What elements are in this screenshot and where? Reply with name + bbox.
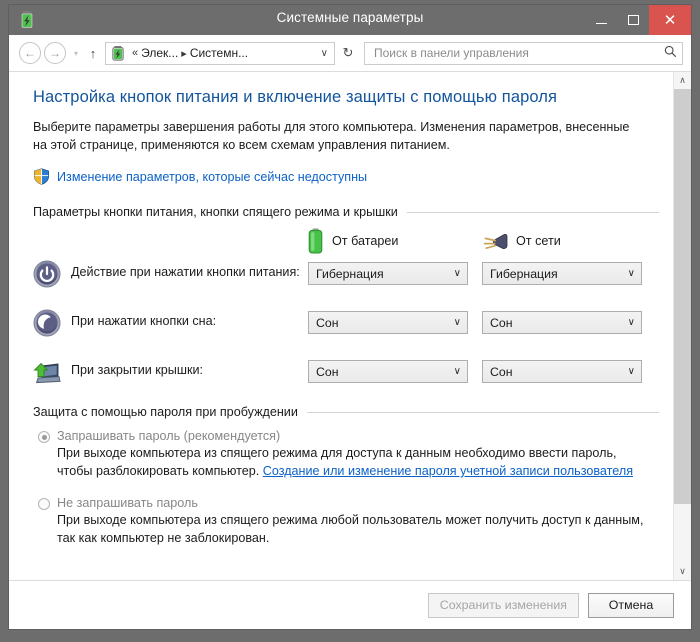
dropdown-value: Сон (490, 315, 513, 330)
cancel-button[interactable]: Отмена (588, 592, 674, 618)
up-button[interactable]: ↑ (83, 46, 103, 61)
chevron-down-icon[interactable]: ∨ (317, 48, 332, 59)
address-bar: ← → ▾ ↑ « Элек... ▸ Системн... ∨ ↻ (9, 35, 691, 71)
maximize-icon (627, 15, 639, 25)
row-label-text: При нажатии кнопки сна: (71, 314, 217, 328)
dropdown-value: Гибернация (316, 266, 384, 281)
breadcrumb-item-1[interactable]: Системн... (190, 46, 248, 60)
page-title: Настройка кнопок питания и включение защ… (33, 88, 558, 106)
column-header-battery-label: От батареи (332, 234, 399, 248)
forward-button[interactable]: → (44, 42, 66, 64)
page-intro: Выберите параметры завершения работы для… (33, 120, 630, 152)
vertical-scrollbar[interactable]: ∧ ∨ (673, 72, 691, 580)
password-group-label: Защита с помощью пароля при пробуждении (33, 405, 298, 419)
row-label-sleep-button: При нажатии кнопки сна: (33, 306, 308, 337)
radio-button[interactable] (38, 498, 50, 510)
breadcrumb-item-0[interactable]: Элек... (141, 46, 178, 60)
refresh-button[interactable]: ↻ (337, 45, 359, 61)
dropdown-power-button-battery[interactable]: Гибернация ∨ (308, 262, 468, 285)
row-label-text: При закрытии крышки: (71, 363, 203, 377)
history-dropdown-icon[interactable]: ▾ (69, 49, 83, 58)
password-group-heading: Защита с помощью пароля при пробуждении (33, 405, 659, 419)
minimize-icon (595, 23, 607, 24)
chevron-down-icon: ∨ (453, 366, 461, 377)
scroll-up-button[interactable]: ∧ (674, 72, 691, 89)
radio-option-no-password[interactable]: Не запрашивать пароль (33, 496, 659, 510)
dropdown-power-button-mains[interactable]: Гибернация ∨ (482, 262, 642, 285)
chevron-down-icon: ∨ (627, 268, 635, 279)
dropdown-sleep-button-mains[interactable]: Сон ∨ (482, 311, 642, 334)
row-label-lid-close: При закрытии крышки: (33, 355, 308, 386)
power-settings-table: От батареи От сети Действие при нажатии … (33, 225, 655, 393)
chevron-down-icon: ∨ (627, 366, 635, 377)
sleep-moon-icon (33, 309, 61, 337)
uac-shield-icon (33, 168, 50, 185)
system-settings-window: Системные параметры ✕ ← → ▾ ↑ « Элек... … (8, 4, 692, 630)
column-header-battery: От батареи (308, 228, 468, 254)
power-options-group-label: Параметры кнопки питания, кнопки спящего… (33, 205, 398, 219)
group-divider (306, 411, 659, 413)
radio-label: Запрашивать пароль (рекомендуется) (57, 429, 281, 443)
battery-bolt-icon (110, 45, 126, 61)
admin-link-row[interactable]: Изменение параметров, которые сейчас нед… (33, 168, 659, 185)
dropdown-sleep-button-battery[interactable]: Сон ∨ (308, 311, 468, 334)
change-unavailable-settings-link[interactable]: Изменение параметров, которые сейчас нед… (57, 170, 367, 184)
create-change-password-link[interactable]: Создание или изменение пароля учетной за… (263, 464, 633, 478)
scrollbar-thumb[interactable] (674, 89, 691, 504)
dropdown-value: Сон (490, 364, 513, 379)
dropdown-lid-close-mains[interactable]: Сон ∨ (482, 360, 642, 383)
password-options: Запрашивать пароль (рекомендуется) При в… (33, 429, 659, 547)
dropdown-value: Гибернация (490, 266, 558, 281)
dropdown-lid-close-battery[interactable]: Сон ∨ (308, 360, 468, 383)
chevron-down-icon: ∨ (453, 268, 461, 279)
back-button[interactable]: ← (19, 42, 41, 64)
radio-description-no-password: При выходе компьютера из спящего режима … (57, 513, 644, 545)
breadcrumb-arrow-icon[interactable]: ▸ (181, 47, 187, 60)
dropdown-value: Сон (316, 315, 339, 330)
window-controls: ✕ (585, 5, 691, 35)
table-row: При нажатии кнопки сна: Сон ∨ Сон ∨ (33, 306, 655, 344)
title-bar[interactable]: Системные параметры ✕ (9, 5, 691, 35)
power-plug-icon (482, 233, 508, 250)
group-divider (406, 211, 659, 213)
row-label-text: Действие при нажатии кнопки питания: (71, 265, 300, 279)
breadcrumb-prefix: « (132, 47, 139, 59)
radio-label: Не запрашивать пароль (57, 496, 198, 510)
breadcrumb[interactable]: « Элек... ▸ Системн... ∨ (105, 41, 335, 65)
radio-button[interactable] (38, 431, 50, 443)
table-row: Действие при нажатии кнопки питания: Гиб… (33, 257, 655, 295)
scroll-down-button[interactable]: ∨ (674, 563, 691, 580)
close-icon: ✕ (663, 11, 677, 29)
search-icon (664, 45, 677, 61)
chevron-down-icon: ∨ (627, 317, 635, 328)
table-column-headers: От батареи От сети (33, 225, 655, 257)
content-area: Настройка кнопок питания и включение защ… (9, 71, 691, 580)
row-label-power-button: Действие при нажатии кнопки питания: (33, 257, 308, 288)
search-input[interactable] (372, 45, 664, 61)
dialog-footer: Сохранить изменения Отмена (9, 580, 691, 629)
maximize-button[interactable] (617, 5, 649, 35)
power-button-icon (33, 260, 61, 288)
chevron-down-icon: ∨ (453, 317, 461, 328)
column-header-mains: От сети (482, 233, 642, 250)
radio-option-require-password[interactable]: Запрашивать пароль (рекомендуется) (33, 429, 659, 443)
dropdown-value: Сон (316, 364, 339, 379)
battery-icon (308, 228, 323, 254)
table-row: При закрытии крышки: Сон ∨ Сон ∨ (33, 355, 655, 393)
save-changes-button[interactable]: Сохранить изменения (427, 592, 579, 618)
radio-description-require-password: При выходе компьютера из спящего режима … (57, 444, 647, 480)
close-button[interactable]: ✕ (649, 5, 691, 35)
search-box[interactable] (364, 41, 683, 65)
column-header-mains-label: От сети (516, 234, 561, 248)
laptop-lid-icon (33, 358, 61, 386)
settings-panel: Настройка кнопок питания и включение защ… (9, 72, 673, 580)
minimize-button[interactable] (585, 5, 617, 35)
power-options-group-heading: Параметры кнопки питания, кнопки спящего… (33, 205, 659, 219)
